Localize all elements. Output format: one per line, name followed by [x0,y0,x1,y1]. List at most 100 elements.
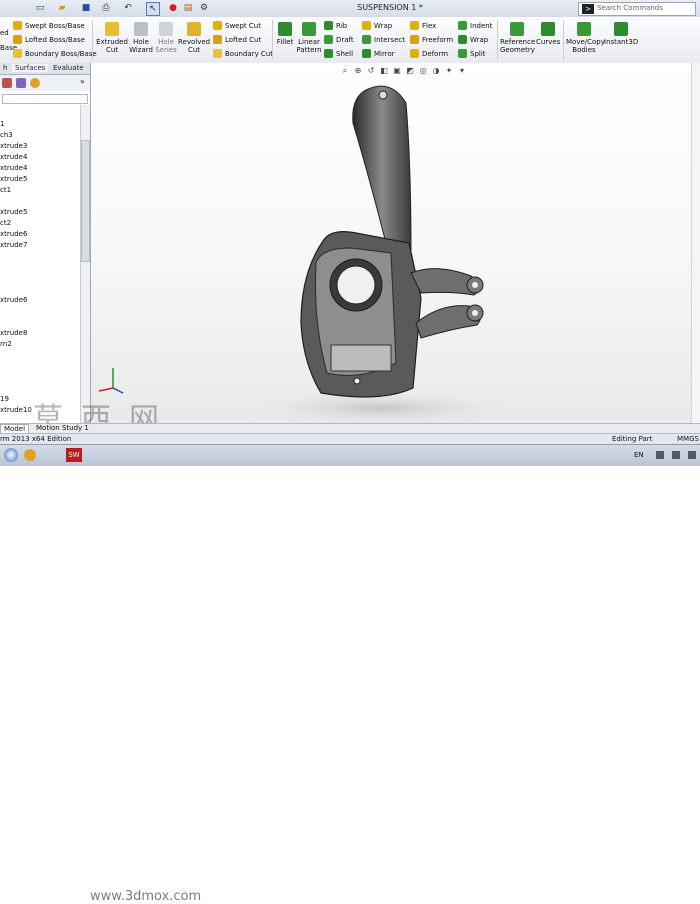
edit-appearance-icon[interactable]: ◑ [431,66,441,76]
solidworks-icon[interactable]: SW [66,448,82,462]
tree-item[interactable]: xtrude3 [0,142,27,150]
view-orientation-icon[interactable]: ▣ [392,66,402,76]
lower-ball-joint-hole [472,310,478,316]
deform-icon [410,49,419,58]
file-properties-icon[interactable]: ▤ [182,2,194,14]
instant3d-button[interactable]: Instant3D [604,22,638,46]
deform-button[interactable]: Deform [410,49,448,58]
hole-wizard-button[interactable]: Hole Wizard [128,22,154,54]
lofted-boss-button[interactable]: Lofted Boss/Base [13,35,85,44]
tree-item[interactable]: xtrude5 [0,175,27,183]
tree-filter-input[interactable] [2,94,88,104]
boundary-boss-button[interactable]: Boundary Boss/Base [13,49,97,58]
swept-cut-icon [213,21,222,30]
tree-item[interactable]: 19 [0,395,9,403]
previous-view-icon[interactable]: ↺ [366,66,376,76]
select-icon[interactable]: ↖ [146,2,160,16]
tree-item[interactable]: ct1 [0,186,11,194]
tree-item[interactable]: xtrude6 [0,230,27,238]
curves-button[interactable]: Curves [536,22,560,46]
network-icon[interactable] [688,451,696,459]
panel-tab-strip: » [0,75,90,91]
apply-scene-icon[interactable]: ✦ [444,66,454,76]
display-style-icon[interactable]: ◩ [405,66,415,76]
boundary-cut-button[interactable]: Boundary Cut [213,49,273,58]
zoom-to-fit-icon[interactable]: ⌕ [340,66,350,76]
ribbon-separator [92,20,93,60]
tree-item[interactable]: xtrude6 [0,296,27,304]
freeform-button[interactable]: Freeform [410,35,453,44]
config-manager-icon[interactable] [2,78,12,88]
left-cut-label-1: ed [0,29,9,37]
dimxpert-icon[interactable] [16,78,26,88]
graphics-scrollbar[interactable] [691,63,700,423]
split-button[interactable]: Split [458,49,486,58]
hide-show-icon[interactable]: ◎ [418,66,428,76]
zoom-area-icon[interactable]: ⊕ [353,66,363,76]
tree-item[interactable]: xtrude10 [0,406,32,414]
reference-geometry-button[interactable]: Reference Geometry [500,22,535,54]
wrap-2-button[interactable]: Wrap [458,35,488,44]
revolved-cut-button[interactable]: Revolved Cut [178,22,210,54]
tree-item[interactable]: xtrude4 [0,164,27,172]
display-manager-icon[interactable] [30,78,40,88]
graphics-area[interactable] [91,63,700,423]
tree-scroll-thumb[interactable] [81,140,90,262]
save-icon[interactable]: ■ [80,2,92,14]
shell-button[interactable]: Shell [324,49,353,58]
command-icon: > [582,4,594,14]
suspension-part-model [98,85,521,423]
swept-boss-button[interactable]: Swept Boss/Base [13,21,85,30]
intersect-button[interactable]: Intersect [362,35,405,44]
hole-wizard-icon [134,22,148,36]
wrap-button[interactable]: Wrap [362,21,392,30]
start-icon[interactable] [4,448,18,462]
hole-series-button[interactable]: Hole Series [154,22,178,54]
rib-button[interactable]: Rib [324,21,347,30]
indent-button[interactable]: Indent [458,21,492,30]
undo-icon[interactable]: ↶ [122,2,134,14]
options-icon[interactable]: ⚙ [198,2,210,14]
swept-cut-button[interactable]: Swept Cut [213,21,261,30]
tree-item[interactable]: rn2 [0,340,12,348]
draft-button[interactable]: Draft [324,35,354,44]
swept-boss-icon [13,21,22,30]
tree-item[interactable]: xtrude7 [0,241,27,249]
tray-icon[interactable] [656,451,664,459]
lofted-cut-icon [213,35,222,44]
tab-sketch[interactable]: h [0,64,10,72]
tab-motion-study[interactable]: Motion Study 1 [33,424,92,433]
tab-surfaces[interactable]: Surfaces [12,64,49,72]
extruded-cut-button[interactable]: Extruded Cut [96,22,128,54]
ribbon-separator [272,20,273,60]
view-settings-icon[interactable]: ▾ [457,66,467,76]
tree-item[interactable]: xtrude8 [0,329,27,337]
flex-button[interactable]: Flex [410,21,436,30]
boundary-boss-icon [13,49,22,58]
open-icon[interactable]: ▰ [56,2,68,14]
language-indicator[interactable]: EN [634,451,644,459]
mirror-button[interactable]: Mirror [362,49,395,58]
lofted-cut-button[interactable]: Lofted Cut [213,35,261,44]
tree-item[interactable]: ch3 [0,131,13,139]
fillet-button[interactable]: Fillet [275,22,295,46]
expand-icon[interactable]: » [80,77,85,86]
linear-pattern-button[interactable]: Linear Pattern [296,22,322,54]
new-document-icon[interactable]: ▭ [34,2,46,14]
chrome-icon[interactable] [24,449,36,461]
search-commands-input[interactable]: > Search Commands [578,2,696,16]
bearing-bore [336,265,376,305]
shell-icon [324,49,333,58]
tree-item[interactable]: xtrude4 [0,153,27,161]
tree-item[interactable]: xtrude5 [0,208,27,216]
volume-icon[interactable] [672,451,680,459]
move-copy-bodies-button[interactable]: Move/Copy Bodies [566,22,605,54]
print-icon[interactable]: ⎙ [100,2,112,14]
tree-item[interactable]: ct2 [0,219,11,227]
split-icon [458,49,467,58]
tree-item[interactable]: 1 [0,120,4,128]
title-bar: ▭ ▰ ■ ⎙ ↶ ↖ ● ▤ ⚙ SUSPENSION 1 * > Searc… [0,0,700,18]
rebuild-icon[interactable]: ● [168,2,178,14]
section-view-icon[interactable]: ◧ [379,66,389,76]
tab-evaluate[interactable]: Evaluate [50,64,87,72]
